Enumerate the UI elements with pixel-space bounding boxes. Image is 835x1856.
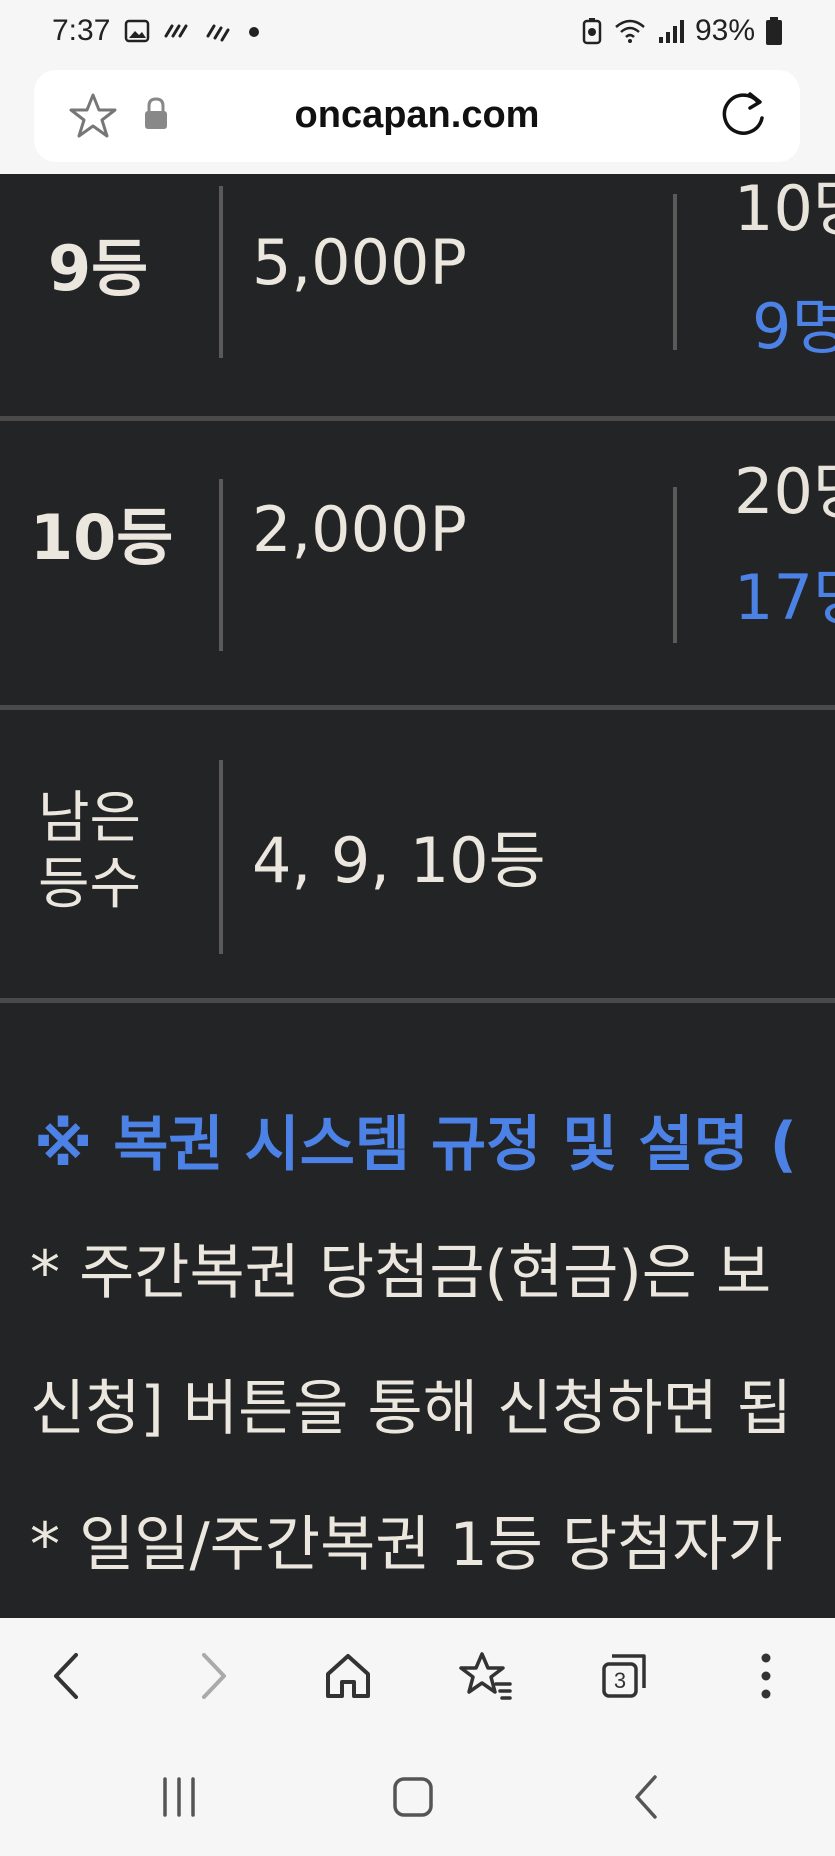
rules-line: * 주간복권 당첨금(현금)은 보 [30, 1238, 772, 1308]
chevron-left-icon [635, 1775, 657, 1819]
recent-apps-button[interactable] [144, 1762, 214, 1832]
menu-button[interactable] [734, 1644, 798, 1708]
page-content: 9등 5,000P 10당 9명 10등 2,000P 20당 17명 남은 등… [0, 174, 835, 1618]
back-button[interactable] [36, 1644, 100, 1708]
reload-icon[interactable] [718, 88, 768, 146]
rank-label: 10등 [30, 501, 174, 574]
star-list-icon [459, 1652, 512, 1700]
column-divider [219, 479, 223, 651]
status-notification-icons [124, 18, 262, 44]
tabs-count: 3 [614, 1668, 626, 1693]
signal-icon [658, 20, 684, 43]
tabs-button[interactable]: 3 [592, 1644, 656, 1708]
status-time: 7:37 [52, 14, 111, 47]
chevron-right-icon [202, 1653, 226, 1699]
winners-count: 9명 [752, 290, 835, 363]
winners-count: 17명 [734, 561, 835, 634]
sync-icon [206, 24, 230, 42]
row-divider [0, 998, 835, 1003]
column-divider [219, 186, 223, 358]
battery-icon [766, 17, 782, 45]
sync-icon [164, 24, 188, 38]
rank-label: 9등 [48, 232, 149, 305]
back-system-button[interactable] [612, 1762, 682, 1832]
image-icon [124, 19, 150, 43]
remaining-label-line1: 남은 [38, 786, 142, 851]
prize-value: 2,000P [252, 493, 467, 566]
status-system-icons: 93% [581, 14, 783, 48]
remaining-label: 남은 등수 [38, 786, 141, 918]
battery-percent: 93% [694, 14, 755, 47]
status-bar: 7:37 93% [0, 0, 835, 68]
address-bar[interactable]: oncapan.com [34, 70, 800, 162]
prize-value: 5,000P [252, 226, 467, 299]
home-system-button[interactable] [378, 1762, 448, 1832]
winners-total: 20당 [734, 455, 835, 528]
dot-icon [249, 27, 259, 37]
wifi-icon [615, 19, 645, 43]
column-divider [673, 194, 677, 350]
address-bar-container: oncapan.com [0, 68, 835, 174]
more-vertical-icon [761, 1653, 771, 1699]
rules-heading: ※ 복권 시스템 규정 및 설명 ( [34, 1110, 798, 1180]
remaining-ranks-row: 남은 등수 4, 9, 10등 [0, 710, 835, 998]
system-nav-bar [0, 1738, 835, 1856]
table-row: 10등 2,000P 20당 17명 [0, 421, 835, 705]
remaining-value: 4, 9, 10등 [252, 824, 546, 897]
chevron-left-icon [54, 1653, 78, 1699]
forward-button[interactable] [180, 1644, 244, 1708]
home-button[interactable] [316, 1644, 380, 1708]
rules-line: 신청] 버튼을 통해 신청하면 됩 [30, 1374, 793, 1444]
recent-apps-icon [163, 1777, 195, 1817]
browser-toolbar: 3 [0, 1618, 835, 1738]
rules-line: * 일일/주간복권 1등 당첨자가 [30, 1510, 783, 1580]
bookmarks-button[interactable] [454, 1644, 518, 1708]
square-icon [393, 1777, 433, 1817]
battery-saver-icon [582, 18, 602, 45]
home-icon [326, 1654, 370, 1698]
remaining-label-line2: 등수 [38, 852, 142, 917]
column-divider [219, 760, 223, 954]
column-divider [673, 487, 677, 643]
table-row: 9등 5,000P 10당 9명 [0, 174, 835, 416]
winners-total: 10당 [734, 174, 835, 245]
url-text[interactable]: oncapan.com [34, 94, 800, 137]
tabs-icon: 3 [602, 1654, 646, 1698]
